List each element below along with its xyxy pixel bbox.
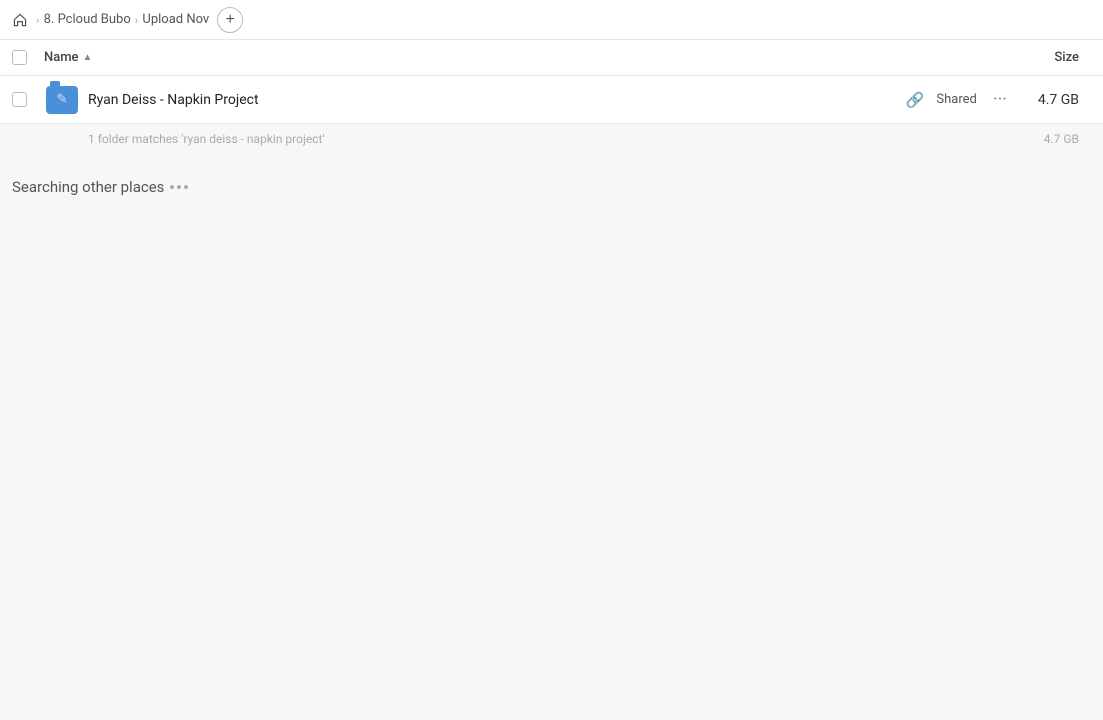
match-info-row: 1 folder matches 'ryan deiss - napkin pr… bbox=[0, 124, 1103, 154]
name-column-header[interactable]: Name ▲ bbox=[44, 50, 1011, 65]
name-column-label: Name bbox=[44, 50, 79, 65]
searching-section: Searching other places bbox=[0, 154, 1103, 212]
breadcrumb-pcloud-bubo[interactable]: 8. Pcloud Bubo bbox=[44, 12, 131, 27]
searching-label-text: Searching other places bbox=[12, 178, 164, 196]
loading-dot-2 bbox=[177, 185, 181, 189]
loading-dot-1 bbox=[170, 185, 174, 189]
breadcrumb-bar: › 8. Pcloud Bubo › Upload Nov + bbox=[0, 0, 1103, 40]
row-checkbox-box[interactable] bbox=[12, 92, 27, 107]
breadcrumb-upload-nov[interactable]: Upload Nov bbox=[142, 12, 209, 27]
file-actions: 🔗 Shared ··· bbox=[906, 87, 1011, 112]
loading-indicator bbox=[170, 185, 188, 189]
breadcrumb-sep-2: › bbox=[135, 13, 139, 27]
file-row[interactable]: ✎ Ryan Deiss - Napkin Project 🔗 Shared ·… bbox=[0, 76, 1103, 124]
match-text-label: 1 folder matches 'ryan deiss - napkin pr… bbox=[88, 132, 325, 146]
file-name-label: Ryan Deiss - Napkin Project bbox=[88, 92, 906, 108]
file-icon-wrap: ✎ bbox=[44, 82, 80, 118]
select-all-checkbox[interactable] bbox=[12, 50, 44, 65]
checkbox-box[interactable] bbox=[12, 50, 27, 65]
more-options-button[interactable]: ··· bbox=[989, 87, 1011, 112]
folder-inner-icon: ✎ bbox=[57, 92, 68, 107]
shared-badge: Shared bbox=[936, 92, 976, 107]
size-column-header[interactable]: Size bbox=[1011, 50, 1091, 65]
shared-link-icon: 🔗 bbox=[906, 91, 925, 109]
home-button[interactable] bbox=[12, 12, 28, 28]
searching-label: Searching other places bbox=[12, 178, 1091, 196]
column-header-row: Name ▲ Size bbox=[0, 40, 1103, 76]
breadcrumb-sep-1: › bbox=[36, 13, 40, 27]
add-button[interactable]: + bbox=[217, 7, 243, 33]
file-size-label: 4.7 GB bbox=[1011, 92, 1091, 108]
loading-dot-3 bbox=[184, 185, 188, 189]
row-checkbox[interactable] bbox=[12, 92, 44, 107]
folder-icon: ✎ bbox=[46, 86, 78, 114]
sort-arrow-icon: ▲ bbox=[83, 52, 93, 63]
match-size-label: 4.7 GB bbox=[1044, 132, 1091, 146]
